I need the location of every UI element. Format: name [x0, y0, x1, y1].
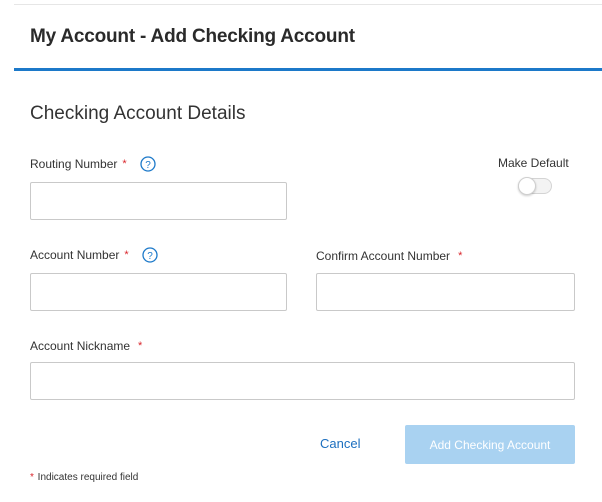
required-asterisk: *	[138, 340, 143, 352]
account-number-label: Account Number	[30, 248, 120, 262]
account-nickname-label: Account Nickname	[30, 339, 131, 353]
account-nickname-input[interactable]	[30, 362, 575, 400]
top-divider	[14, 4, 602, 5]
header-accent-rule	[14, 68, 602, 71]
required-asterisk: *	[122, 158, 127, 170]
account-nickname-label-row: Account Nickname *	[30, 339, 142, 353]
required-asterisk: *	[124, 249, 129, 261]
add-checking-account-button[interactable]: Add Checking Account	[405, 425, 575, 464]
add-checking-account-page: My Account - Add Checking Account Checki…	[0, 0, 602, 502]
routing-number-label: Routing Number	[30, 157, 118, 171]
question-circle-icon[interactable]: ?	[142, 247, 158, 263]
svg-text:?: ?	[145, 160, 151, 171]
section-title: Checking Account Details	[30, 103, 246, 124]
routing-number-label-row: Routing Number * ?	[30, 156, 156, 172]
make-default-toggle[interactable]	[518, 177, 552, 195]
svg-text:?: ?	[147, 251, 153, 262]
make-default-label: Make Default	[498, 156, 569, 170]
confirm-account-number-label-row: Confirm Account Number *	[316, 249, 462, 263]
required-asterisk: *	[30, 472, 34, 483]
routing-number-input[interactable]	[30, 182, 287, 220]
confirm-account-number-input[interactable]	[316, 273, 575, 311]
account-number-label-row: Account Number * ?	[30, 247, 158, 263]
confirm-account-number-label: Confirm Account Number	[316, 249, 451, 263]
toggle-knob	[518, 177, 536, 195]
required-note-text: Indicates required field	[34, 472, 139, 483]
page-title: My Account - Add Checking Account	[30, 26, 355, 47]
required-field-note: * Indicates required field	[30, 472, 138, 483]
question-circle-icon[interactable]: ?	[140, 156, 156, 172]
account-number-input[interactable]	[30, 273, 287, 311]
cancel-button[interactable]: Cancel	[320, 436, 360, 451]
required-asterisk: *	[458, 250, 463, 262]
